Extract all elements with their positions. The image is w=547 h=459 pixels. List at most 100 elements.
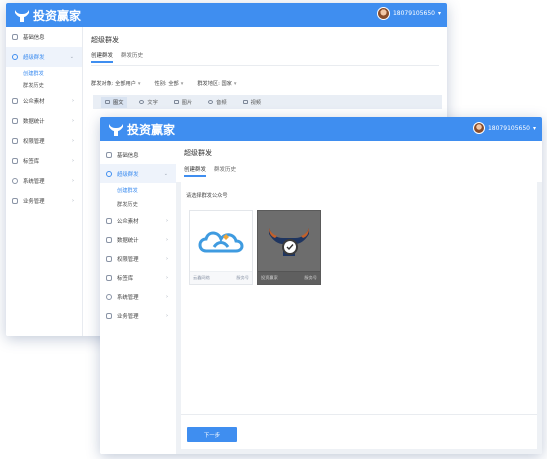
- filter-row: 群发对象: 全部用户 ▾ 性别: 全部 ▾ 群发地区: 国家 ▾: [91, 80, 236, 87]
- tab-bar: 创建群发 群发历史: [184, 165, 236, 177]
- sidebar-subitem-history[interactable]: 群发历史: [6, 79, 82, 91]
- account-card[interactable]: 云鑫网络 服务号: [189, 210, 253, 285]
- account-logo: [190, 211, 252, 273]
- tab-history[interactable]: 群发历史: [121, 51, 143, 59]
- avatar: [376, 7, 390, 20]
- sidebar-item-super-broadcast[interactable]: 超级群发 ⌄: [6, 47, 82, 67]
- sidebar: 基础信息 超级群发 ⌄ 创建群发 群发历史 公众素材 › 数据统计 › 权限管理…: [6, 27, 83, 336]
- briefcase-icon: [106, 312, 112, 319]
- filter-value: 全部用户: [115, 81, 136, 87]
- sidebar-item-label: 超级群发: [23, 55, 45, 61]
- brand-name: 投资赢家: [33, 9, 82, 23]
- tab-history[interactable]: 群发历史: [214, 165, 236, 173]
- sidebar-subitem-create[interactable]: 创建群发: [6, 67, 82, 79]
- sidebar-item-statistics[interactable]: 数据统计 ›: [100, 230, 176, 249]
- sidebar-item-label: 权限管理: [117, 256, 139, 263]
- sidebar-item-permissions[interactable]: 权限管理 ›: [100, 249, 176, 268]
- sidebar-item-business[interactable]: 业务管理 ›: [6, 191, 82, 211]
- account-card-selected[interactable]: 投资赢家 服务号: [257, 210, 321, 285]
- main-content: 超级群发 创建群发 群发历史 请选择群发公众号 云鑫网络 服务号 投资赢家 服务…: [176, 141, 542, 454]
- filter-label: 群发对象:: [91, 81, 114, 87]
- tab-create[interactable]: 创建群发: [184, 165, 207, 177]
- user-menu[interactable]: 18079105650 ▾: [376, 7, 441, 20]
- account-select-card: 请选择群发公众号 云鑫网络 服务号 投资赢家 服务号 下一步: [181, 182, 537, 449]
- sidebar-item-system[interactable]: 系统管理 ›: [100, 287, 176, 306]
- account-name: 云鑫网络: [193, 275, 210, 280]
- choose-account-label: 请选择群发公众号: [186, 193, 228, 199]
- chart-icon: [12, 118, 18, 124]
- sidebar-item-statistics[interactable]: 数据统计 ›: [6, 111, 82, 131]
- type-label: 音频: [216, 99, 227, 106]
- chevron-right-icon: ›: [72, 198, 74, 204]
- divider: [91, 65, 439, 66]
- sidebar-item-basic-info[interactable]: 基础信息: [6, 27, 82, 47]
- next-step-button[interactable]: 下一步: [187, 427, 237, 442]
- filter-gender[interactable]: 性别: 全部 ▾: [155, 80, 184, 87]
- sidebar-item-label: 公众素材: [117, 218, 139, 225]
- bull-logo-icon: [15, 9, 29, 22]
- chevron-down-icon: ▾: [233, 81, 237, 87]
- sidebar-item-materials[interactable]: 公众素材 ›: [6, 91, 82, 111]
- folder-icon: [12, 98, 18, 104]
- person-icon: [106, 151, 112, 158]
- user-menu[interactable]: 18079105650 ▾: [472, 122, 536, 134]
- chevron-down-icon: ▾: [437, 10, 441, 17]
- sidebar-subitem-history[interactable]: 群发历史: [100, 197, 176, 211]
- chevron-right-icon: ›: [166, 312, 168, 319]
- chevron-right-icon: ›: [72, 138, 74, 144]
- username: 18079105650: [487, 124, 530, 132]
- filter-region[interactable]: 群发地区: 国家 ▾: [197, 80, 236, 87]
- lock-icon: [106, 255, 112, 262]
- brand-name: 投资赢家: [127, 123, 176, 137]
- image-icon: [173, 100, 179, 104]
- news-icon: [105, 100, 110, 104]
- sidebar-item-permissions[interactable]: 权限管理 ›: [6, 131, 82, 151]
- type-label: 视频: [250, 99, 261, 106]
- account-type: 服务号: [304, 275, 317, 280]
- filter-value: 国家: [221, 81, 232, 87]
- type-news[interactable]: 图文: [101, 96, 128, 108]
- tab-create[interactable]: 创建群发: [91, 51, 114, 63]
- chevron-right-icon: ›: [166, 236, 168, 243]
- type-image[interactable]: 图片: [170, 97, 196, 108]
- brand-logo[interactable]: 投资赢家: [108, 121, 175, 138]
- sidebar-item-label: 业务管理: [117, 313, 139, 320]
- chevron-down-icon: ▾: [180, 81, 184, 87]
- chevron-right-icon: ›: [72, 178, 74, 184]
- sidebar-item-system[interactable]: 系统管理 ›: [6, 171, 82, 191]
- audio-icon: [208, 100, 214, 104]
- content-type-bar: 图文 文字 图片 音频 视频: [93, 95, 442, 109]
- sidebar-item-basic-info[interactable]: 基础信息: [100, 145, 176, 164]
- type-text[interactable]: 文字: [135, 97, 161, 108]
- tag-icon: [106, 274, 112, 281]
- sidebar-item-tags[interactable]: 标签库 ›: [100, 268, 176, 287]
- sidebar-item-materials[interactable]: 公众素材 ›: [100, 211, 176, 230]
- divider: [181, 414, 537, 415]
- top-bar: 投资赢家 18079105650 ▾: [100, 117, 542, 141]
- sidebar-item-super-broadcast[interactable]: 超级群发 ⌄: [100, 164, 176, 183]
- page-title: 超级群发: [91, 36, 119, 44]
- filter-audience[interactable]: 群发对象: 全部用户 ▾: [91, 80, 141, 87]
- account-type: 服务号: [236, 275, 249, 280]
- chevron-up-icon: ⌄: [163, 170, 168, 177]
- selected-check-icon: [284, 241, 296, 253]
- type-label: 图文: [113, 99, 124, 106]
- sidebar-item-tags[interactable]: 标签库 ›: [6, 151, 82, 171]
- chevron-right-icon: ›: [72, 118, 74, 124]
- type-audio[interactable]: 音频: [204, 97, 230, 108]
- username: 18079105650: [392, 10, 435, 17]
- sidebar-item-business[interactable]: 业务管理 ›: [100, 306, 176, 325]
- sidebar-item-label: 基础信息: [117, 152, 139, 159]
- briefcase-icon: [12, 198, 18, 204]
- brand-logo[interactable]: 投资赢家: [14, 7, 81, 24]
- account-footer: 云鑫网络 服务号: [190, 271, 252, 284]
- chevron-right-icon: ›: [72, 98, 74, 104]
- chevron-right-icon: ›: [166, 255, 168, 262]
- type-video[interactable]: 视频: [239, 97, 265, 108]
- folder-icon: [106, 217, 112, 224]
- chevron-right-icon: ›: [166, 274, 168, 281]
- sidebar-subitem-create[interactable]: 创建群发: [100, 183, 176, 197]
- filter-value: 全部: [168, 81, 179, 87]
- sidebar-item-label: 数据统计: [117, 237, 139, 244]
- bull-logo-icon: [109, 123, 123, 136]
